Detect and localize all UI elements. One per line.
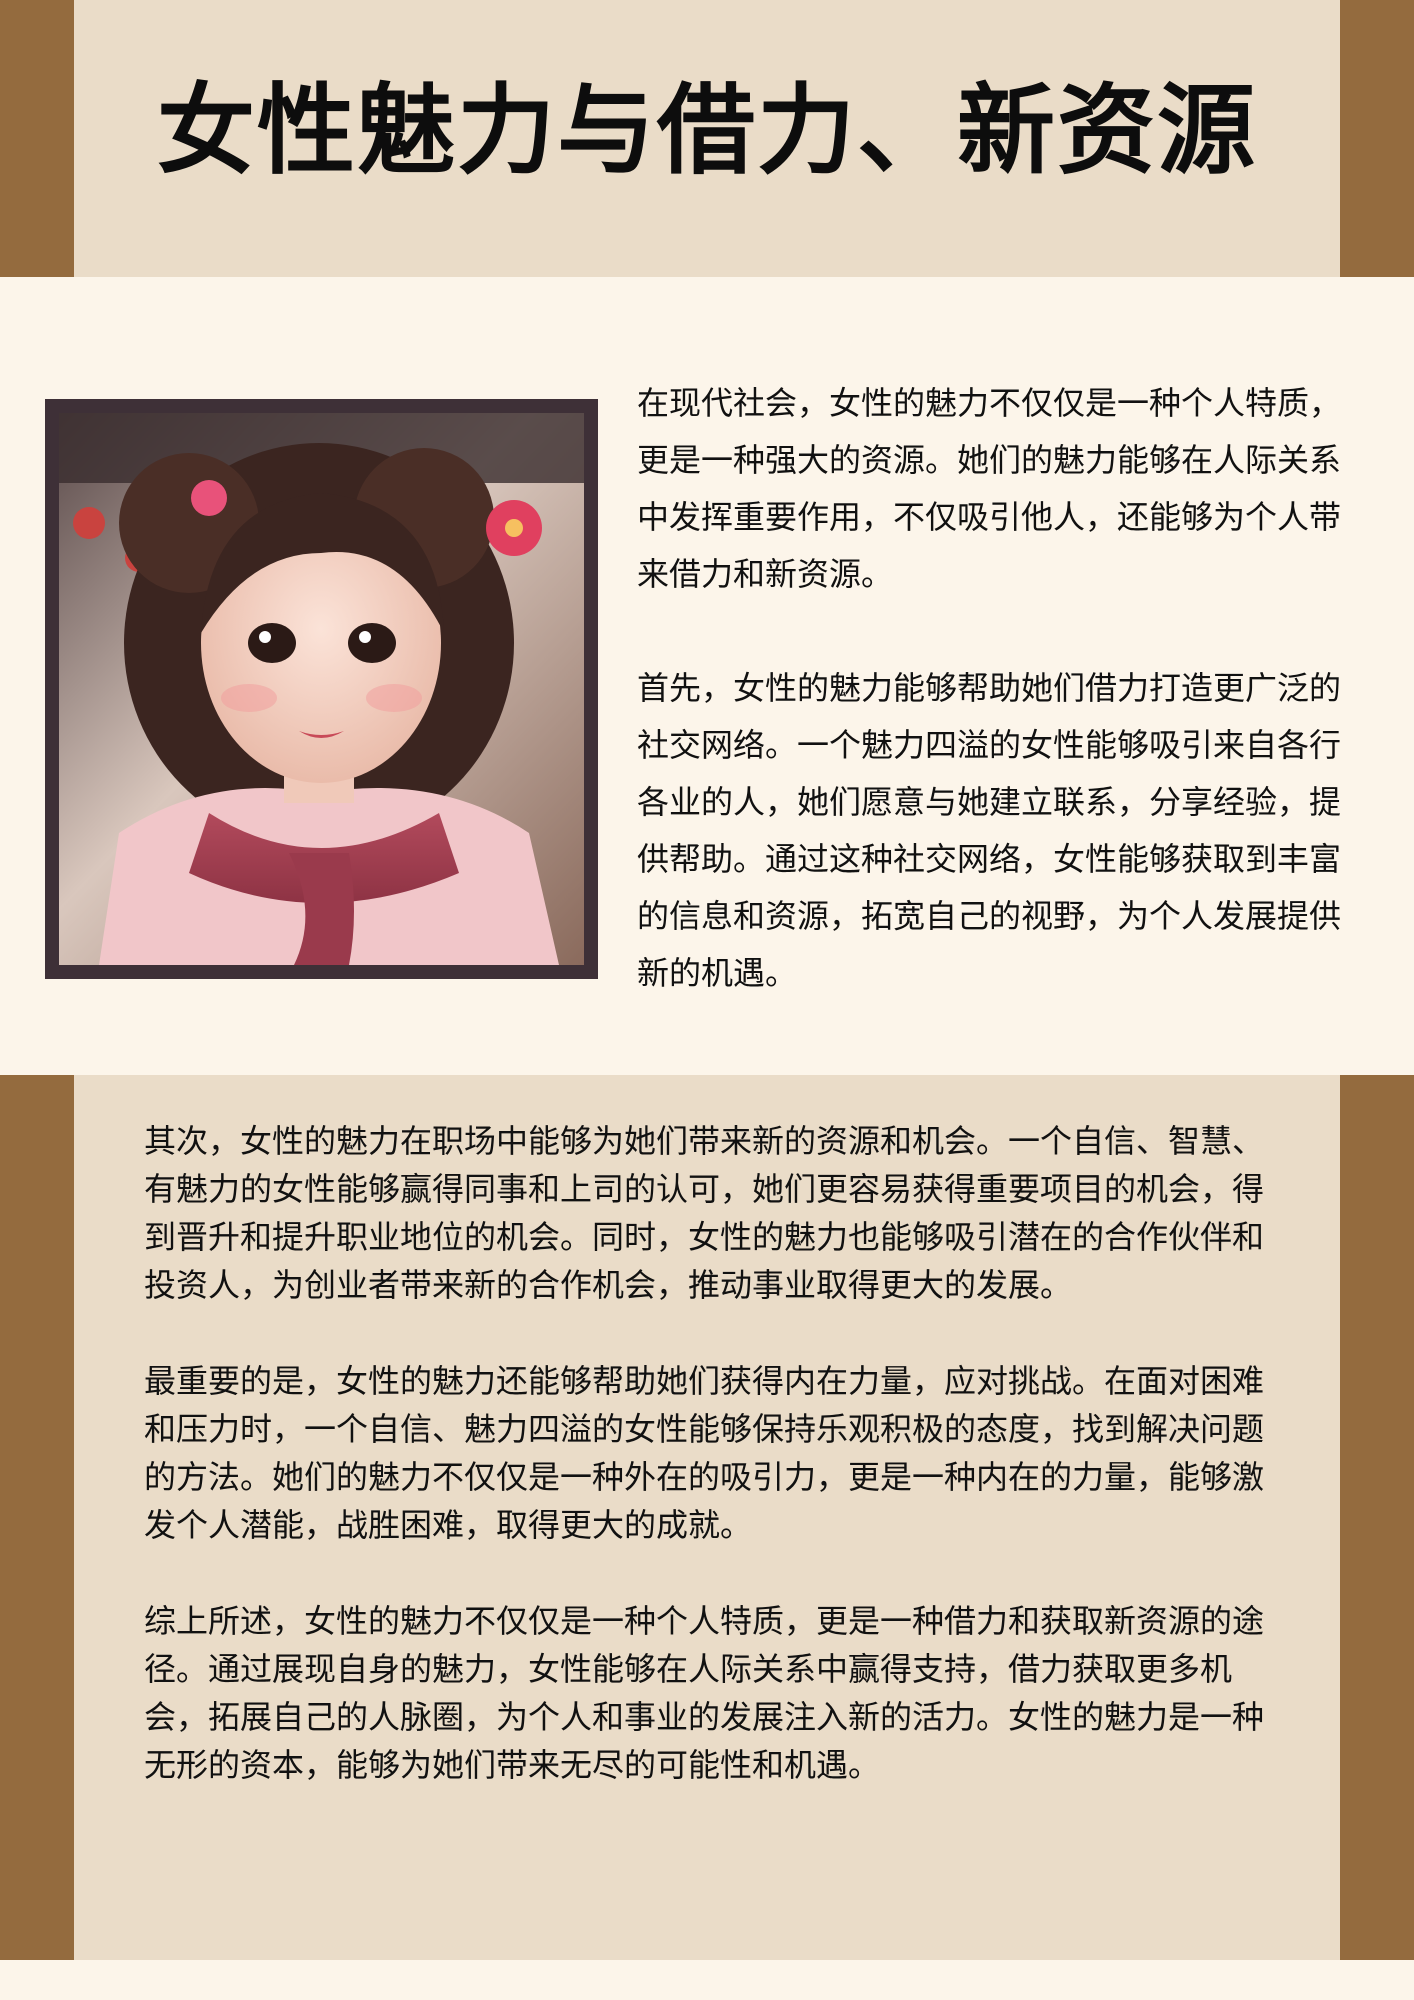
portrait-image [59,413,584,965]
footer-strip [0,1960,1414,2000]
body-band: 其次，女性的魅力在职场中能够为她们带来新的资源和机会。一个自信、智慧、有魅力的女… [0,1075,1414,1960]
page-title: 女性魅力与借力、新资源 [156,73,1257,188]
paragraph: 首先，女性的魅力能够帮助她们借力打造更广泛的社交网络。一个魅力四溢的女性能够吸引… [637,669,1342,992]
paragraph: 其次，女性的魅力在职场中能够为她们带来新的资源和机会。一个自信、智慧、有魅力的女… [144,1122,1265,1304]
paragraph: 最重要的是，女性的魅力还能够帮助她们获得内在力量，应对挑战。在面对困难和压力时，… [144,1362,1265,1544]
header-panel: 女性魅力与借力、新资源 [74,0,1340,277]
body-text: 其次，女性的魅力在职场中能够为她们带来新的资源和机会。一个自信、智慧、有魅力的女… [144,1117,1284,1837]
intro-text: 在现代社会，女性的魅力不仅仅是一种个人特质，更是一种强大的资源。她们的魅力能够在… [637,375,1357,1059]
header-band: 女性魅力与借力、新资源 [0,0,1414,277]
portrait-frame [45,399,598,979]
paragraph: 在现代社会，女性的魅力不仅仅是一种个人特质，更是一种强大的资源。她们的魅力能够在… [637,384,1342,593]
paragraph: 综上所述，女性的魅力不仅仅是一种个人特质，更是一种借力和获取新资源的途径。通过展… [144,1602,1265,1784]
body-panel: 其次，女性的魅力在职场中能够为她们带来新的资源和机会。一个自信、智慧、有魅力的女… [74,1075,1340,1960]
